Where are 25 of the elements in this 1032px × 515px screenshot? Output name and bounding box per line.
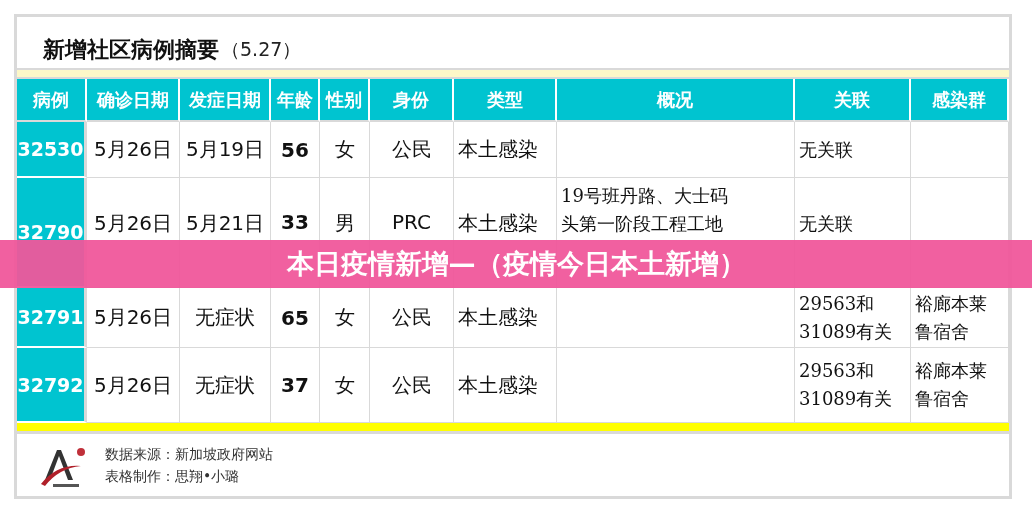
- case-number: 32792: [17, 348, 87, 423]
- table-cell: 无关联: [795, 122, 911, 178]
- table-cell: 本土感染: [454, 122, 557, 178]
- column-header: 关联: [795, 79, 911, 122]
- column-header: 身份: [370, 79, 454, 122]
- case-number: 32530: [17, 122, 87, 178]
- headline-banner: 本日疫情新增—（疫情今日本土新增）: [0, 240, 1032, 288]
- table-title: 新增社区病例摘要: [43, 35, 219, 64]
- table-cell: 5月19日: [180, 122, 271, 178]
- table-cell: 56: [271, 122, 320, 178]
- table-cell: 公民: [370, 122, 454, 178]
- title-date: （5.27）: [221, 36, 302, 62]
- table-cell: 女: [320, 122, 370, 178]
- column-header: 类型: [454, 79, 557, 122]
- column-header: 概况: [557, 79, 795, 122]
- column-header: 病例: [17, 79, 87, 122]
- table-maker-text: 表格制作：思翔•小璐: [105, 468, 241, 486]
- column-header: 感染群: [911, 79, 1009, 122]
- column-header: 发症日期: [180, 79, 271, 122]
- column-header: 确诊日期: [87, 79, 180, 122]
- table-cell: 5月26日: [87, 122, 180, 178]
- case-number: 32791: [17, 288, 87, 348]
- data-source-text: 数据来源：新加坡政府网站: [105, 446, 273, 464]
- column-header: 性别: [320, 79, 370, 122]
- column-header: 年龄: [271, 79, 320, 122]
